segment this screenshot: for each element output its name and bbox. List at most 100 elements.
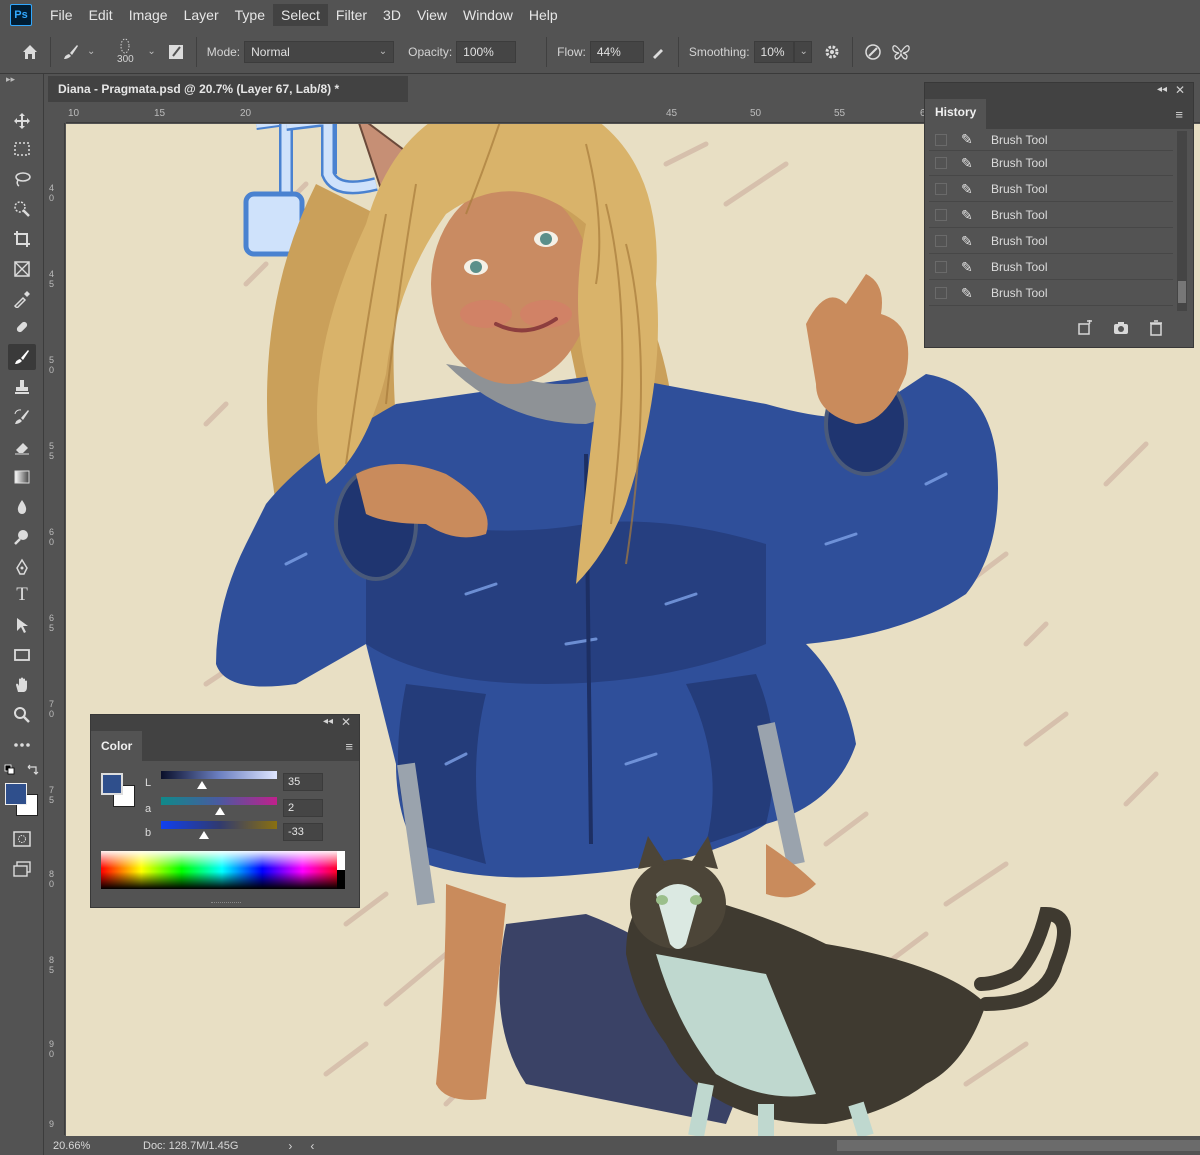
foreground-color-swatch[interactable] [5,783,27,805]
history-item[interactable]: ✎ Brush Tool [929,255,1173,280]
history-item[interactable]: ✎ Brush Tool [929,151,1173,176]
menu-select[interactable]: Select [273,4,328,26]
brush-preset-chevron-icon[interactable]: ⌄ [87,46,95,57]
frame-tool-icon[interactable] [8,256,36,282]
history-scrollbar[interactable] [1177,131,1187,311]
color-collapse-icon[interactable]: ◂◂ [323,716,333,727]
menu-window[interactable]: Window [455,4,521,26]
eyedropper-tool-icon[interactable] [8,286,36,312]
menu-view[interactable]: View [409,4,455,26]
more-tools-icon[interactable] [8,732,36,758]
brush-preset-icon[interactable] [57,38,85,66]
hand-tool-icon[interactable] [8,672,36,698]
history-item[interactable]: ✎ Brush Tool [929,177,1173,202]
history-brush-tool-icon[interactable] [8,404,36,430]
healing-brush-tool-icon[interactable] [8,314,36,340]
menu-3d[interactable]: 3D [375,4,409,26]
type-tool-icon[interactable]: T [8,582,36,608]
horizontal-scrollbar[interactable] [837,1140,1200,1151]
history-snapshot-checkbox[interactable] [935,133,947,146]
color-spectrum[interactable] [101,851,343,889]
pressure-size-icon[interactable] [859,38,887,66]
scroll-left-arrow-icon[interactable]: ‹ [310,1139,314,1153]
gradient-tool-icon[interactable] [8,464,36,490]
color-swatches[interactable] [4,782,40,818]
menu-help[interactable]: Help [521,4,566,26]
tab-color[interactable]: Color [91,731,143,761]
document-size[interactable]: Doc: 128.7M/1.45G [143,1140,238,1152]
dodge-tool-icon[interactable] [8,524,36,550]
quick-selection-tool-icon[interactable] [8,196,36,222]
menu-file[interactable]: File [42,4,81,26]
history-close-icon[interactable]: ✕ [1175,83,1185,97]
camera-snapshot-icon[interactable] [1113,321,1129,339]
color-close-icon[interactable]: ✕ [341,715,351,729]
crop-tool-icon[interactable] [8,226,36,252]
mode-select[interactable]: Normal ⌄ [244,40,395,63]
smoothing-dropdown[interactable]: ⌄ [793,40,812,63]
history-item[interactable]: ✎ Brush Tool [929,203,1173,228]
symmetry-butterfly-icon[interactable] [887,38,915,66]
smoothing-field[interactable]: 10% [753,40,794,63]
a-slider[interactable] [161,797,277,805]
flow-field[interactable]: 44% [589,40,644,63]
a-slider-knob[interactable] [215,807,225,815]
menu-filter[interactable]: Filter [328,4,375,26]
history-menu-icon[interactable]: ≡ [1175,107,1183,122]
blur-tool-icon[interactable] [8,494,36,520]
l-value-field[interactable]: 35 [283,773,323,791]
color-menu-icon[interactable]: ≡ [345,739,353,754]
zoom-tool-icon[interactable] [8,702,36,728]
opacity-field[interactable]: 100% [456,40,517,63]
history-snapshot-checkbox[interactable] [935,157,947,169]
l-slider-knob[interactable] [197,781,207,789]
trash-icon[interactable] [1149,320,1163,340]
tools-collapse-icon[interactable]: ▸▸ [6,74,15,85]
brush-settings-toggle-icon[interactable] [162,38,190,66]
history-snapshot-checkbox[interactable] [935,261,947,273]
rectangle-tool-icon[interactable] [8,642,36,668]
b-slider-knob[interactable] [199,831,209,839]
ruler-vertical[interactable]: 4 0 4 5 5 0 5 5 6 0 6 5 7 0 7 5 8 0 8 5 … [47,123,65,1135]
history-snapshot-checkbox[interactable] [935,235,947,247]
history-item[interactable]: ✎ Brush Tool [929,229,1173,254]
brush-size-chevron-icon[interactable]: ⌄ [147,46,155,57]
home-icon[interactable] [16,38,44,66]
document-tab[interactable]: Diana - Pragmata.psd @ 20.7% (Layer 67, … [48,76,408,102]
menu-edit[interactable]: Edit [81,4,121,26]
panel-resize-grip[interactable] [211,902,241,905]
brush-size-picker[interactable]: 300 [105,38,145,65]
screen-mode-icon[interactable] [8,856,36,882]
l-slider[interactable] [161,771,277,779]
pen-tool-icon[interactable] [8,554,36,580]
new-document-from-state-icon[interactable] [1077,319,1093,340]
airbrush-icon[interactable] [644,38,672,66]
foreground-color-swatch[interactable] [101,773,123,795]
menu-image[interactable]: Image [121,4,176,26]
path-selection-tool-icon[interactable] [8,612,36,638]
history-snapshot-checkbox[interactable] [935,287,947,299]
history-snapshot-checkbox[interactable] [935,183,947,195]
clone-stamp-tool-icon[interactable] [8,374,36,400]
brush-tool-icon[interactable] [8,344,36,370]
eraser-tool-icon[interactable] [8,434,36,460]
menu-layer[interactable]: Layer [176,4,227,26]
default-colors-icon[interactable] [4,764,40,778]
history-snapshot-checkbox[interactable] [935,209,947,221]
lasso-tool-icon[interactable] [8,166,36,192]
status-menu-arrow-icon[interactable]: › [288,1139,292,1153]
zoom-level[interactable]: 20.66% [47,1140,113,1152]
marquee-tool-icon[interactable] [8,136,36,162]
history-item[interactable]: ✎ Brush Tool [929,129,1173,151]
tab-history[interactable]: History [925,99,987,129]
history-collapse-icon[interactable]: ◂◂ [1157,84,1167,95]
history-scroll-thumb[interactable] [1178,281,1186,303]
menu-type[interactable]: Type [227,4,273,26]
b-value-field[interactable]: -33 [283,823,323,841]
history-item[interactable]: ✎ Brush Tool [929,281,1173,306]
b-slider[interactable] [161,821,277,829]
black-white-ramp[interactable] [337,851,345,889]
move-tool-icon[interactable] [8,108,36,134]
a-value-field[interactable]: 2 [283,799,323,817]
quick-mask-icon[interactable] [8,826,36,852]
